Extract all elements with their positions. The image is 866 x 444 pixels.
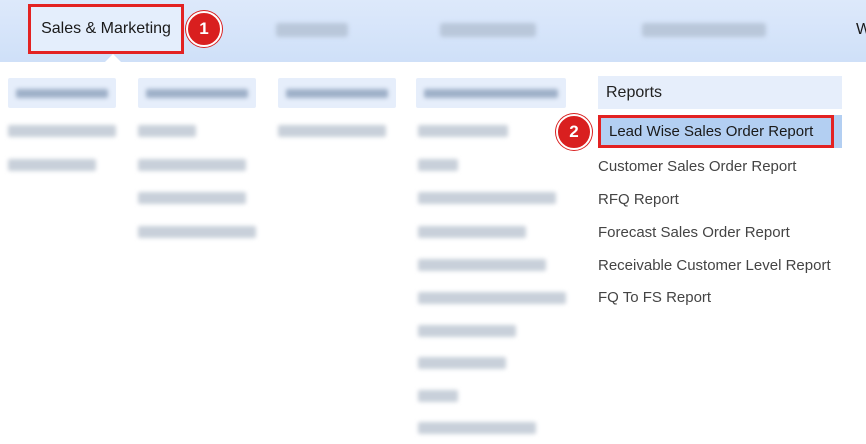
menu-link[interactable]	[418, 292, 566, 304]
top-navigation-bar: Sales & Marketing W	[0, 0, 866, 62]
report-customer-sales-order[interactable]: Customer Sales Order Report	[598, 155, 796, 177]
nav-overflow-label: W	[856, 21, 866, 38]
menu-link[interactable]	[138, 125, 196, 137]
report-lead-wise-sales-order-label: Lead Wise Sales Order Report	[609, 123, 814, 140]
report-forecast-sales-order-label: Forecast Sales Order Report	[598, 223, 790, 241]
nav-item-blurred-1[interactable]	[276, 23, 348, 37]
menu-link[interactable]	[8, 159, 96, 171]
reports-heading: Reports	[598, 76, 842, 109]
nav-sales-marketing-label: Sales & Marketing	[41, 20, 171, 37]
menu-link[interactable]	[418, 159, 458, 171]
menu-link[interactable]	[8, 125, 116, 137]
report-customer-sales-order-label: Customer Sales Order Report	[598, 157, 797, 175]
menu-link[interactable]	[418, 325, 516, 337]
reports-heading-label: Reports	[606, 83, 663, 101]
menu-link[interactable]	[418, 125, 508, 137]
report-fq-to-fs-label: FQ To FS Report	[598, 288, 712, 306]
nav-item-overflow[interactable]: W	[856, 0, 866, 60]
report-fq-to-fs[interactable]: FQ To FS Report	[598, 286, 711, 308]
nav-item-blurred-2[interactable]	[440, 23, 536, 37]
menu-link[interactable]	[138, 226, 256, 238]
menu-link[interactable]	[418, 259, 546, 271]
report-receivable-customer-level-label: Receivable Customer Level Report	[598, 256, 831, 274]
menu-link[interactable]	[418, 192, 556, 204]
menu-link[interactable]	[278, 125, 386, 137]
nav-item-blurred-3[interactable]	[642, 23, 766, 37]
report-forecast-sales-order[interactable]: Forecast Sales Order Report	[598, 221, 790, 243]
step-badge-1: 1	[186, 11, 222, 47]
menu-link[interactable]	[418, 226, 526, 238]
step-badge-2-number: 2	[569, 122, 579, 141]
menu-column-3-heading	[278, 78, 396, 108]
menu-link[interactable]	[138, 192, 246, 204]
menu-link[interactable]	[418, 422, 536, 434]
menu-link[interactable]	[418, 390, 458, 402]
step-badge-2: 2	[556, 114, 592, 150]
menu-column-4-heading	[416, 78, 566, 108]
menu-column-1-heading	[8, 78, 116, 108]
nav-sales-marketing[interactable]: Sales & Marketing	[28, 4, 184, 54]
report-lead-wise-sales-order[interactable]: Lead Wise Sales Order Report	[598, 115, 834, 148]
report-rfq[interactable]: RFQ Report	[598, 188, 679, 210]
menu-caret	[104, 54, 122, 63]
menu-link[interactable]	[138, 159, 246, 171]
menu-link[interactable]	[418, 357, 506, 369]
report-receivable-customer-level[interactable]: Receivable Customer Level Report	[598, 254, 831, 276]
step-badge-1-number: 1	[199, 19, 209, 38]
menu-column-2-heading	[138, 78, 256, 108]
report-rfq-label: RFQ Report	[598, 190, 679, 208]
